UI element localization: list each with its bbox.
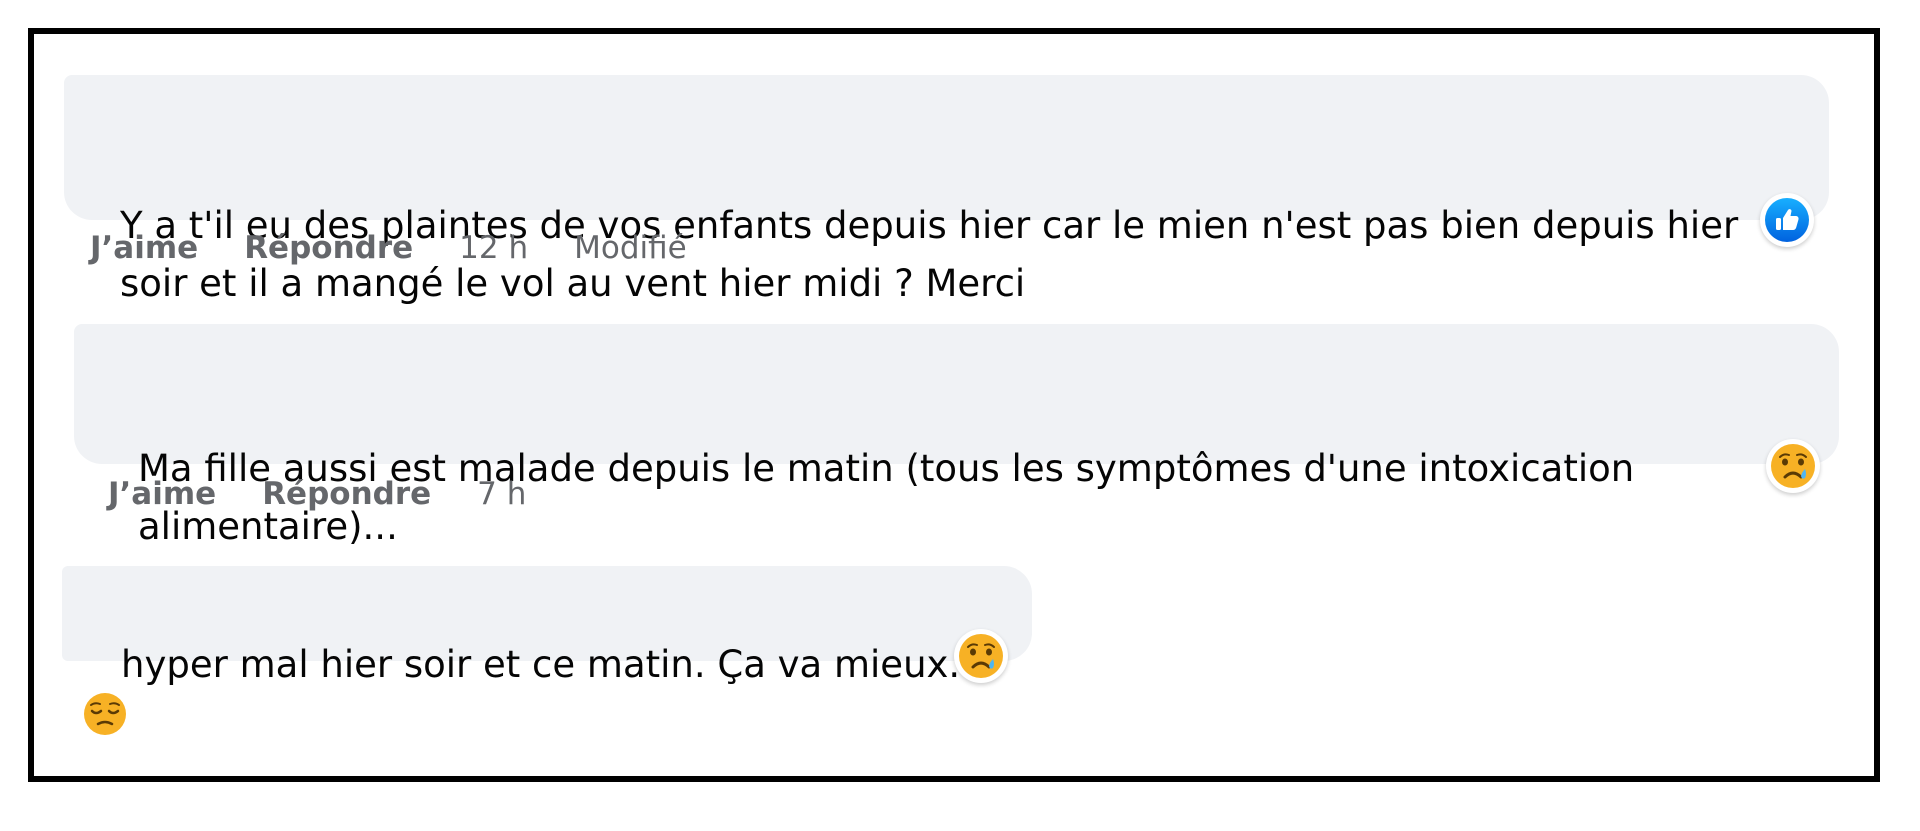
reaction-badge-1[interactable] [1760, 193, 1814, 247]
comment-text-3: hyper mal hier soir et ce matin. Ça va m… [121, 643, 961, 686]
screenshot-frame: Y a t'il eu des plaintes de vos enfants … [28, 28, 1880, 782]
relieved-face-icon [82, 691, 128, 754]
edited-label[interactable]: Modifié [574, 230, 687, 266]
comment-bubble-3: hyper mal hier soir et ce matin. Ça va m… [62, 566, 1032, 735]
like-icon [1765, 198, 1809, 242]
sad-icon [1771, 444, 1815, 488]
reaction-badge-3[interactable] [954, 629, 1008, 683]
comment-timestamp[interactable]: 7 h [477, 476, 526, 512]
comment-timestamp[interactable]: 12 h [459, 230, 528, 266]
sad-icon [959, 634, 1003, 678]
reply-button[interactable]: Répondre [244, 230, 413, 266]
comment-actions-1: J’aime Répondre 12 h Modifié [90, 230, 733, 266]
comment-actions-2: J’aime Répondre 7 h [108, 476, 572, 512]
like-button[interactable]: J’aime [108, 476, 216, 512]
reaction-badge-2[interactable] [1766, 439, 1820, 493]
like-button[interactable]: J’aime [90, 230, 198, 266]
reply-button[interactable]: Répondre [262, 476, 431, 512]
comment-bubble-2: Ma fille aussi est malade depuis le mati… [74, 324, 1839, 548]
comment-bubble-1: Y a t'il eu des plaintes de vos enfants … [64, 75, 1829, 305]
